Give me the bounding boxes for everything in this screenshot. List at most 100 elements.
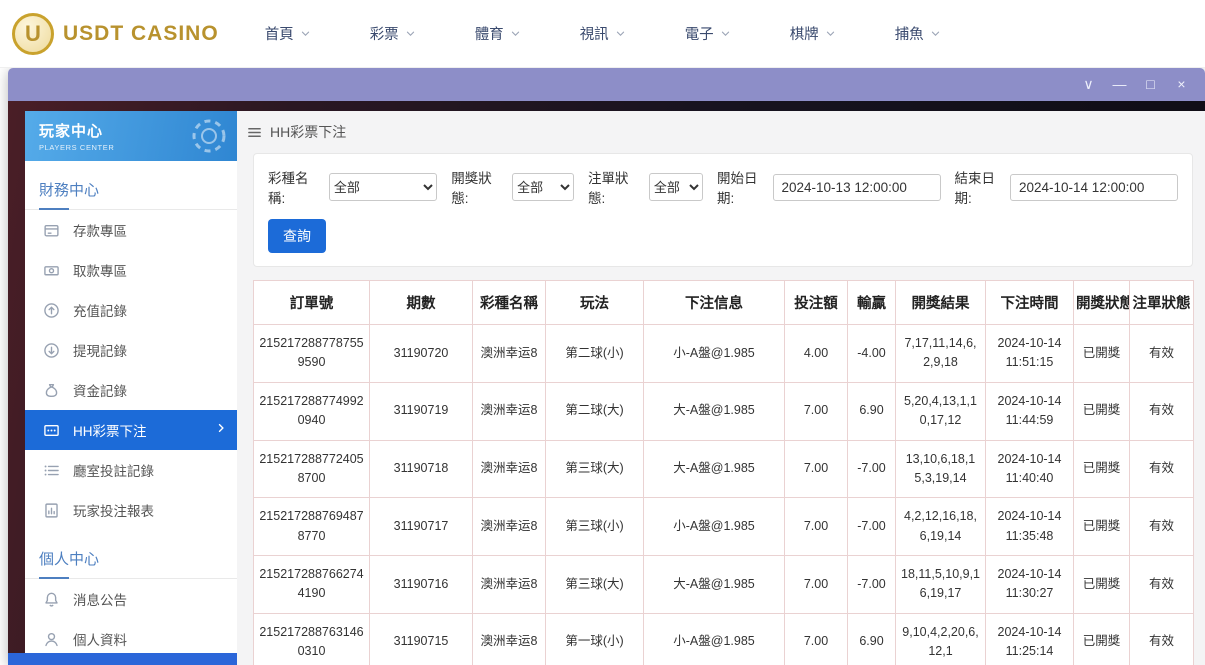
filter-lottery-name: 彩種名稱:全部 (268, 167, 437, 207)
table-cell: 7.00 (785, 556, 848, 614)
sidebar-item-deposit[interactable]: 存款專區 (25, 210, 237, 250)
column-header[interactable]: 訂單號 (254, 281, 370, 325)
table-cell: -7.00 (848, 440, 896, 498)
sidebar-item-label: 充值記錄 (73, 300, 127, 320)
table-header-row: 訂單號期數彩種名稱玩法下注信息投注額輸贏開獎結果下注時間開獎狀態注單狀態 (254, 281, 1194, 325)
site-logo[interactable]: U USDT CASINO (12, 13, 219, 55)
filter-draw-status: 開獎狀態:全部 (451, 167, 574, 207)
table-cell: 2024-10-14 11:40:40 (986, 440, 1074, 498)
nav-item-slots[interactable]: 電子 (685, 23, 731, 44)
table-cell: 7,17,11,14,6,2,9,18 (896, 325, 986, 383)
table-row: 215217288772405870031190718澳洲幸运8第三球(大)大-… (254, 440, 1194, 498)
table-cell: 小-A盤@1.985 (644, 498, 785, 556)
table-row: 215217288778755959031190720澳洲幸运8第二球(小)小-… (254, 325, 1194, 383)
column-header[interactable]: 下注信息 (644, 281, 785, 325)
nav-item-sports[interactable]: 體育 (475, 23, 521, 44)
draw-status-select[interactable]: 全部 (512, 173, 574, 201)
nav-item-cards[interactable]: 棋牌 (790, 23, 836, 44)
table-cell: 31190720 (370, 325, 473, 383)
table-cell: 2152172887724058700 (254, 440, 370, 498)
sidebar-item-hh-lottery-bets[interactable]: HH彩票下注 (25, 410, 237, 450)
sidebar-title: 玩家中心 (39, 120, 114, 141)
sidebar: 玩家中心 PLAYERS CENTER 財務中心存款專區取款專區充值記錄提現記錄… (25, 111, 237, 653)
breadcrumb: HH彩票下注 (237, 111, 1205, 153)
window-titlebar[interactable]: ∨—□× (8, 68, 1205, 101)
sidebar-item-label: 個人資料 (73, 629, 127, 649)
sidebar-item-room-bet-log[interactable]: 廳室投註記錄 (25, 450, 237, 490)
sidebar-item-cashout-log[interactable]: 提現記錄 (25, 330, 237, 370)
poker-chip-icon (191, 118, 227, 154)
chevron-down-icon (930, 28, 941, 39)
query-button[interactable]: 查詢 (268, 219, 326, 253)
sidebar-item-funds-log[interactable]: 資金記錄 (25, 370, 237, 410)
table-cell: 2024-10-14 11:51:15 (986, 325, 1074, 383)
table-cell: 7.00 (785, 498, 848, 556)
main-content: HH彩票下注 彩種名稱:全部開獎狀態:全部注單狀態:全部開始日期:結束日期: 查… (237, 111, 1205, 665)
sidebar-item-label: 提現記錄 (73, 340, 127, 360)
site-header: U USDT CASINO 首頁 彩票 體育 視訊 電子 棋牌 捕魚 (0, 0, 1205, 68)
sidebar-item-withdraw[interactable]: 取款專區 (25, 250, 237, 290)
chevron-down-icon (615, 28, 626, 39)
deposit-icon (43, 222, 60, 239)
sidebar-item-profile[interactable]: 個人資料 (25, 619, 237, 653)
table-row: 215217288769487877031190717澳洲幸运8第三球(小)小-… (254, 498, 1194, 556)
table-cell: 9,10,4,2,20,6,12,1 (896, 613, 986, 665)
window-controls: ∨—□× (1073, 68, 1197, 101)
sidebar-item-recharge-log[interactable]: 充值記錄 (25, 290, 237, 330)
column-header[interactable]: 玩法 (546, 281, 644, 325)
column-header[interactable]: 彩種名稱 (473, 281, 546, 325)
chevron-down-icon (510, 28, 521, 39)
table-cell: 已開獎 (1074, 440, 1130, 498)
end-date-input[interactable] (1010, 174, 1178, 201)
filter-label: 開始日期: (717, 167, 767, 207)
table-cell: 5,20,4,13,1,10,17,12 (896, 382, 986, 440)
table-row: 215217288766274419031190716澳洲幸运8第三球(大)大-… (254, 556, 1194, 614)
window-close-button[interactable]: × (1166, 68, 1197, 101)
chevron-down-icon (825, 28, 836, 39)
table-cell: 2024-10-14 11:25:14 (986, 613, 1074, 665)
sidebar-item-label: 取款專區 (73, 260, 127, 280)
nav-item-fishing[interactable]: 捕魚 (895, 23, 941, 44)
room-record-icon (43, 462, 60, 479)
window-collapse-button[interactable]: ∨ (1073, 68, 1104, 101)
sidebar-item-label: 玩家投注報表 (73, 500, 154, 520)
sidebar-item-player-report[interactable]: 玩家投注報表 (25, 490, 237, 530)
table-cell: 第二球(大) (546, 382, 644, 440)
main-nav: 首頁 彩票 體育 視訊 電子 棋牌 捕魚 (265, 23, 941, 44)
sidebar-item-announcements[interactable]: 消息公告 (25, 579, 237, 619)
filter-label: 開獎狀態: (451, 167, 507, 207)
table-cell: 大-A盤@1.985 (644, 382, 785, 440)
window-minimize-button[interactable]: — (1104, 68, 1135, 101)
column-header[interactable]: 輸贏 (848, 281, 896, 325)
bet-status-select[interactable]: 全部 (649, 173, 703, 201)
table-cell: 31190716 (370, 556, 473, 614)
window-maximize-button[interactable]: □ (1135, 68, 1166, 101)
table-cell: 已開獎 (1074, 498, 1130, 556)
table-cell: 第三球(大) (546, 556, 644, 614)
table-row: 215217288774992094031190719澳洲幸运8第二球(大)大-… (254, 382, 1194, 440)
lottery-name-select[interactable]: 全部 (329, 173, 437, 201)
column-header[interactable]: 期數 (370, 281, 473, 325)
logo-coin-icon: U (12, 13, 54, 55)
nav-label: 棋牌 (790, 23, 819, 44)
table-cell: 31190719 (370, 382, 473, 440)
column-header[interactable]: 注單狀態 (1130, 281, 1194, 325)
filter-bet-status: 注單狀態:全部 (588, 167, 703, 207)
column-header[interactable]: 下注時間 (986, 281, 1074, 325)
nav-item-lottery[interactable]: 彩票 (370, 23, 416, 44)
filter-panel: 彩種名稱:全部開獎狀態:全部注單狀態:全部開始日期:結束日期: 查詢 (253, 153, 1193, 267)
start-date-input[interactable] (773, 174, 941, 201)
table-cell: 2152172887631460310 (254, 613, 370, 665)
sidebar-section-heading: 財務中心 (25, 171, 237, 210)
column-header[interactable]: 開獎狀態 (1074, 281, 1130, 325)
sidebar-item-label: 資金記錄 (73, 380, 127, 400)
nav-label: 首頁 (265, 23, 294, 44)
nav-item-home[interactable]: 首頁 (265, 23, 311, 44)
table-cell: -7.00 (848, 498, 896, 556)
sidebar-section-heading: 個人中心 (25, 540, 237, 579)
column-header[interactable]: 開獎結果 (896, 281, 986, 325)
column-header[interactable]: 投注額 (785, 281, 848, 325)
table-cell: 大-A盤@1.985 (644, 556, 785, 614)
nav-item-video[interactable]: 視訊 (580, 23, 626, 44)
menu-icon[interactable] (247, 125, 262, 140)
